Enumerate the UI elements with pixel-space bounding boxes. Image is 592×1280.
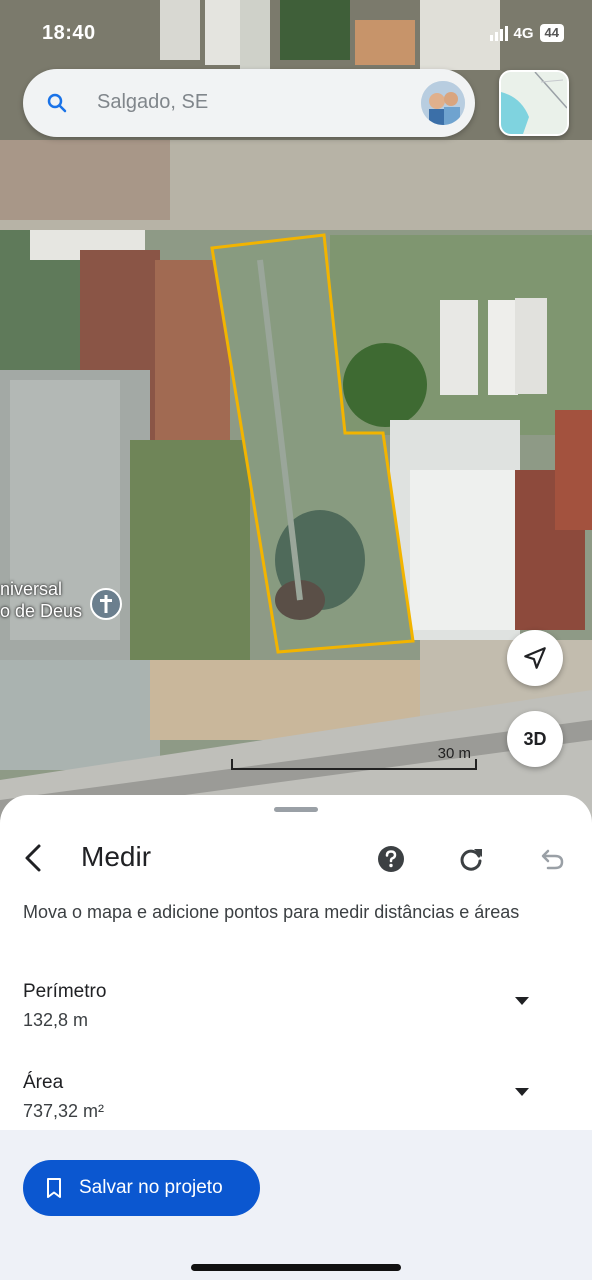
sheet-footer: Salvar no projeto xyxy=(0,1130,592,1280)
poi-label-line2[interactable]: o de Deus xyxy=(0,600,82,622)
satellite-map[interactable]: 18:40 4G 44 Salgado, SE niversal o de De… xyxy=(0,0,592,830)
area-value: 737,32 m² xyxy=(23,1101,105,1121)
battery-icon: 44 xyxy=(539,24,564,42)
network-type: 4G xyxy=(513,24,534,42)
bookmark-icon xyxy=(47,1178,61,1198)
church-cross-icon[interactable] xyxy=(88,587,124,623)
home-indicator[interactable] xyxy=(191,1264,401,1271)
status-bar: 18:40 4G 44 xyxy=(0,22,592,50)
redo-icon[interactable] xyxy=(455,843,487,875)
map-scale: 30 m xyxy=(231,745,477,771)
navigation-button[interactable] xyxy=(507,630,563,686)
perimeter-row[interactable]: Perímetro 132,8 m xyxy=(0,981,592,1051)
back-arrow-icon[interactable] xyxy=(18,842,50,874)
search-icon[interactable] xyxy=(45,91,69,115)
measure-sheet: Medir Mova o mapa e adicione pontos para… xyxy=(0,795,592,1280)
help-icon[interactable] xyxy=(375,843,407,875)
sheet-drag-handle[interactable] xyxy=(274,807,318,812)
signal-icon xyxy=(489,25,508,41)
map-layers-thumbnail[interactable] xyxy=(499,70,569,136)
perimeter-label: Perímetro xyxy=(23,981,107,1002)
dropdown-arrow-icon[interactable] xyxy=(512,995,532,1007)
profile-avatar[interactable] xyxy=(421,81,465,125)
poi-label-line1[interactable]: niversal xyxy=(0,578,82,600)
perimeter-value: 132,8 m xyxy=(23,1010,89,1030)
instructions-text: Mova o mapa e adicione pontos para medir… xyxy=(23,902,520,922)
navigation-arrow-icon xyxy=(524,647,546,669)
search-text[interactable]: Salgado, SE xyxy=(97,91,208,114)
save-to-project-button[interactable]: Salvar no projeto xyxy=(23,1160,260,1216)
scale-label: 30 m xyxy=(437,745,471,762)
3d-label: 3D xyxy=(523,728,547,749)
undo-icon[interactable] xyxy=(535,843,567,875)
search-bar[interactable]: Salgado, SE xyxy=(23,69,475,137)
3d-button[interactable]: 3D xyxy=(507,711,563,767)
save-button-label: Salvar no projeto xyxy=(79,1177,223,1198)
dropdown-arrow-icon[interactable] xyxy=(512,1086,532,1098)
status-time: 18:40 xyxy=(42,22,96,44)
sheet-title: Medir xyxy=(81,841,152,872)
area-label: Área xyxy=(23,1072,64,1093)
poi-label[interactable]: niversal o de Deus xyxy=(0,578,82,622)
